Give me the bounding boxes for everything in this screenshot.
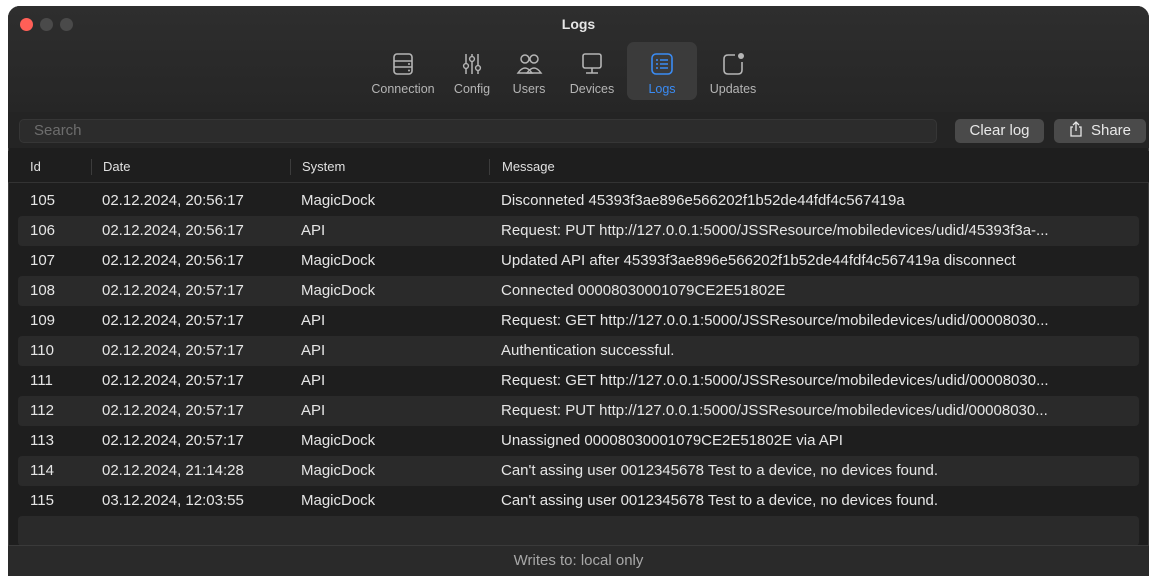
table-row[interactable]: 108 02.12.2024, 20:57:17 MagicDock Conne… (18, 276, 1139, 306)
cell-system: MagicDock (301, 252, 376, 269)
cell-message: Updated API after 45393f3ae896e566202f1b… (501, 252, 1016, 269)
table-header: Id Date System Message (8, 151, 1149, 183)
cell-id: 106 (30, 222, 56, 239)
tab-updates-label: Updates (709, 82, 757, 96)
tab-logs[interactable]: Logs (627, 42, 697, 100)
cell-id: 111 (30, 372, 53, 389)
cell-system: API (301, 372, 326, 389)
users-icon (516, 54, 543, 74)
share-button-label: Share (1090, 122, 1132, 139)
cell-system: MagicDock (301, 282, 376, 299)
cell-id: 108 (30, 282, 56, 299)
cell-date: 02.12.2024, 20:57:17 (102, 312, 244, 329)
tab-devices[interactable]: Devices (557, 42, 627, 100)
column-header-message[interactable]: Message (502, 151, 555, 182)
preferences-toolbar: Connection Config Users Devices Logs Upd… (363, 42, 769, 102)
tab-config[interactable]: Config (443, 42, 501, 100)
cell-date: 02.12.2024, 20:56:17 (102, 252, 244, 269)
column-divider (489, 159, 490, 175)
cell-message: Authentication successful. (501, 342, 675, 359)
cell-system: MagicDock (301, 492, 376, 509)
table-row[interactable]: 111 02.12.2024, 20:57:17 API Request: GE… (18, 366, 1139, 396)
cell-system: API (301, 312, 326, 329)
table-row[interactable]: 113 02.12.2024, 20:57:17 MagicDock Unass… (18, 426, 1139, 456)
cell-message: Connected 00008030001079CE2E51802E (501, 282, 786, 299)
cell-message: Unassigned 00008030001079CE2E51802E via … (501, 432, 843, 449)
tab-updates[interactable]: Updates (697, 42, 769, 100)
empty-row (18, 516, 1139, 546)
cell-id: 109 (30, 312, 56, 329)
cell-id: 115 (30, 492, 54, 509)
cell-message: Request: PUT http://127.0.0.1:5000/JSSRe… (501, 222, 1049, 239)
column-header-date[interactable]: Date (103, 151, 130, 182)
cell-message: Request: GET http://127.0.0.1:5000/JSSRe… (501, 372, 1049, 389)
table-row[interactable]: 115 03.12.2024, 12:03:55 MagicDock Can't… (18, 486, 1139, 516)
log-table-body: 105 02.12.2024, 20:56:17 MagicDock Disco… (8, 186, 1149, 546)
window-title: Logs (561, 16, 596, 32)
cell-date: 02.12.2024, 20:57:17 (102, 432, 244, 449)
cell-date: 02.12.2024, 20:56:17 (102, 222, 244, 239)
cell-system: MagicDock (301, 192, 376, 209)
share-button[interactable]: Share (1054, 119, 1146, 143)
cell-date: 03.12.2024, 12:03:55 (102, 492, 244, 509)
cell-system: MagicDock (301, 462, 376, 479)
cell-id: 114 (30, 462, 54, 479)
tab-connection[interactable]: Connection (363, 42, 443, 100)
tab-connection-label: Connection (371, 82, 435, 96)
cell-date: 02.12.2024, 21:14:28 (102, 462, 244, 479)
tab-logs-label: Logs (648, 82, 676, 96)
cell-date: 02.12.2024, 20:57:17 (102, 372, 244, 389)
cell-id: 113 (30, 432, 54, 449)
cell-message: Can't assing user 0012345678 Test to a d… (501, 462, 939, 479)
cell-date: 02.12.2024, 20:57:17 (102, 342, 244, 359)
column-header-id[interactable]: Id (30, 151, 41, 182)
column-divider (91, 159, 92, 175)
table-row[interactable]: 106 02.12.2024, 20:56:17 API Request: PU… (18, 216, 1139, 246)
cell-message: Request: PUT http://127.0.0.1:5000/JSSRe… (501, 402, 1048, 419)
cell-message: Disconneted 45393f3ae896e566202f1b52de44… (501, 192, 905, 209)
clear-log-button[interactable]: Clear log (955, 119, 1044, 143)
tab-config-label: Config (453, 82, 491, 96)
monitor-icon (582, 53, 602, 74)
titlebar: Logs Connection Config Users Devices Log… (8, 6, 1149, 113)
tab-devices-label: Devices (569, 82, 615, 96)
cell-system: API (301, 222, 326, 239)
cell-id: 112 (30, 402, 54, 419)
share-icon (1070, 121, 1082, 137)
server-icon (393, 53, 413, 75)
table-row[interactable]: 105 02.12.2024, 20:56:17 MagicDock Disco… (18, 186, 1139, 216)
table-row[interactable]: 110 02.12.2024, 20:57:17 API Authenticat… (18, 336, 1139, 366)
cell-id: 107 (30, 252, 56, 269)
tab-users-label: Users (512, 82, 546, 96)
column-divider (290, 159, 291, 175)
updates-icon (723, 53, 744, 75)
cell-system: API (301, 342, 326, 359)
table-row[interactable]: 114 02.12.2024, 21:14:28 MagicDock Can't… (18, 456, 1139, 486)
cell-date: 02.12.2024, 20:56:17 (102, 192, 244, 209)
cell-id: 110 (30, 342, 54, 359)
table-row[interactable]: 109 02.12.2024, 20:57:17 API Request: GE… (18, 306, 1139, 336)
status-footer: Writes to: local only (8, 545, 1149, 576)
cell-system: API (301, 402, 326, 419)
column-header-system[interactable]: System (302, 151, 345, 182)
cell-id: 105 (30, 192, 56, 209)
search-toolbar: Search Clear log Share (8, 112, 1149, 148)
logs-icon (651, 53, 673, 75)
logs-window: Logs Connection Config Users Devices Log… (8, 6, 1149, 576)
table-row[interactable]: 112 02.12.2024, 20:57:17 API Request: PU… (18, 396, 1139, 426)
cell-date: 02.12.2024, 20:57:17 (102, 402, 244, 419)
cell-date: 02.12.2024, 20:57:17 (102, 282, 244, 299)
cell-system: MagicDock (301, 432, 376, 449)
sliders-icon (462, 54, 482, 74)
cell-message: Can't assing user 0012345678 Test to a d… (501, 492, 939, 509)
table-row[interactable]: 107 02.12.2024, 20:56:17 MagicDock Updat… (18, 246, 1139, 276)
tab-users[interactable]: Users (501, 42, 557, 100)
cell-message: Request: GET http://127.0.0.1:5000/JSSRe… (501, 312, 1049, 329)
search-input[interactable]: Search (19, 119, 937, 143)
